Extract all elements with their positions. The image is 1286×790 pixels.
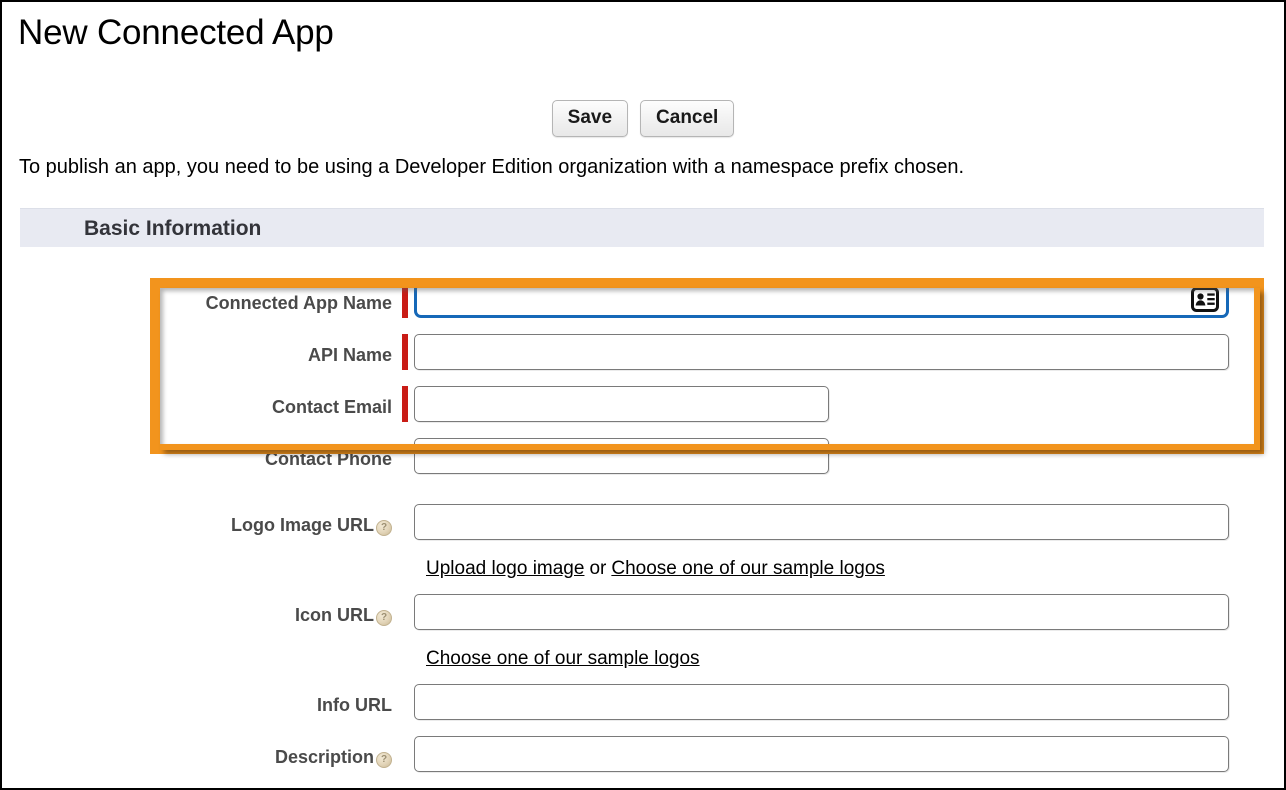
row-contact-email: Contact Email — [2, 386, 1286, 438]
label-icon-url: Icon URL ? — [2, 594, 402, 630]
page-title: New Connected App — [18, 10, 334, 56]
label-connected-app-name: Connected App Name — [2, 282, 402, 318]
label-contact-phone-text: Contact Phone — [265, 448, 392, 470]
label-contact-phone: Contact Phone — [2, 438, 402, 474]
label-logo-image-url-text: Logo Image URL — [231, 514, 374, 536]
row-info-url: Info URL — [2, 684, 1286, 736]
contact-email-input[interactable] — [414, 386, 829, 422]
info-url-input[interactable] — [414, 684, 1229, 720]
label-info-url: Info URL — [2, 684, 402, 720]
logo-links-separator: or — [589, 556, 606, 594]
row-connected-app-name: Connected App Name — [2, 282, 1286, 334]
section-header-basic-information: Basic Information — [20, 208, 1264, 247]
api-name-input[interactable] — [414, 334, 1229, 370]
required-marker-contact-email — [402, 386, 408, 422]
icon-links-row: Choose one of our sample logos — [2, 646, 1286, 684]
field-col-info-url — [414, 684, 1229, 720]
row-contact-phone: Contact Phone — [2, 438, 1286, 490]
section-header-label: Basic Information — [84, 217, 261, 241]
field-col-contact-email — [414, 386, 829, 422]
label-description-text: Description — [275, 746, 374, 768]
field-col-icon-url — [414, 594, 1229, 630]
upload-logo-image-link[interactable]: Upload logo image — [426, 556, 584, 594]
logo-links-spacer — [2, 556, 426, 594]
field-col-logo-image-url — [414, 504, 1229, 540]
connected-app-name-input[interactable] — [414, 282, 1229, 318]
required-marker-connected-app-name — [402, 282, 408, 318]
publish-info-text: To publish an app, you need to be using … — [19, 154, 964, 180]
help-icon-icon-url[interactable]: ? — [376, 610, 392, 626]
label-icon-url-text: Icon URL — [295, 604, 374, 626]
row-icon-url: Icon URL ? — [2, 594, 1286, 646]
row-description: Description ? — [2, 736, 1286, 788]
choose-sample-logos-link-icon[interactable]: Choose one of our sample logos — [426, 646, 700, 684]
logo-image-url-input[interactable] — [414, 504, 1229, 540]
label-connected-app-name-text: Connected App Name — [206, 292, 392, 314]
row-api-name: API Name — [2, 334, 1286, 386]
label-contact-email-text: Contact Email — [272, 396, 392, 418]
label-description: Description ? — [2, 736, 402, 772]
label-api-name: API Name — [2, 334, 402, 370]
help-icon-logo-image-url[interactable]: ? — [376, 520, 392, 536]
row-logo-image-url: Logo Image URL ? — [2, 504, 1286, 556]
field-col-api-name — [414, 334, 1229, 370]
label-contact-email: Contact Email — [2, 386, 402, 422]
field-col-connected-app-name — [414, 282, 1229, 318]
help-icon-description[interactable]: ? — [376, 752, 392, 768]
cancel-button[interactable]: Cancel — [640, 100, 734, 137]
required-marker-api-name — [402, 334, 408, 370]
icon-links-spacer — [2, 646, 426, 684]
action-button-bar: Save Cancel — [2, 100, 1284, 137]
choose-sample-logos-link[interactable]: Choose one of our sample logos — [611, 556, 885, 594]
logo-links-row: Upload logo image or Choose one of our s… — [2, 556, 1286, 594]
form-gap — [2, 490, 1286, 504]
description-input[interactable] — [414, 736, 1229, 772]
basic-information-form: Connected App Name — [2, 282, 1286, 788]
label-info-url-text: Info URL — [317, 694, 392, 716]
icon-url-input[interactable] — [414, 594, 1229, 630]
save-button[interactable]: Save — [552, 100, 628, 137]
field-col-description — [414, 736, 1229, 772]
label-api-name-text: API Name — [308, 344, 392, 366]
label-logo-image-url: Logo Image URL ? — [2, 504, 402, 540]
contact-card-icon[interactable] — [1191, 287, 1219, 312]
contact-phone-input[interactable] — [414, 438, 829, 474]
new-connected-app-page: New Connected App Save Cancel To publish… — [0, 0, 1286, 790]
field-col-contact-phone — [414, 438, 829, 474]
